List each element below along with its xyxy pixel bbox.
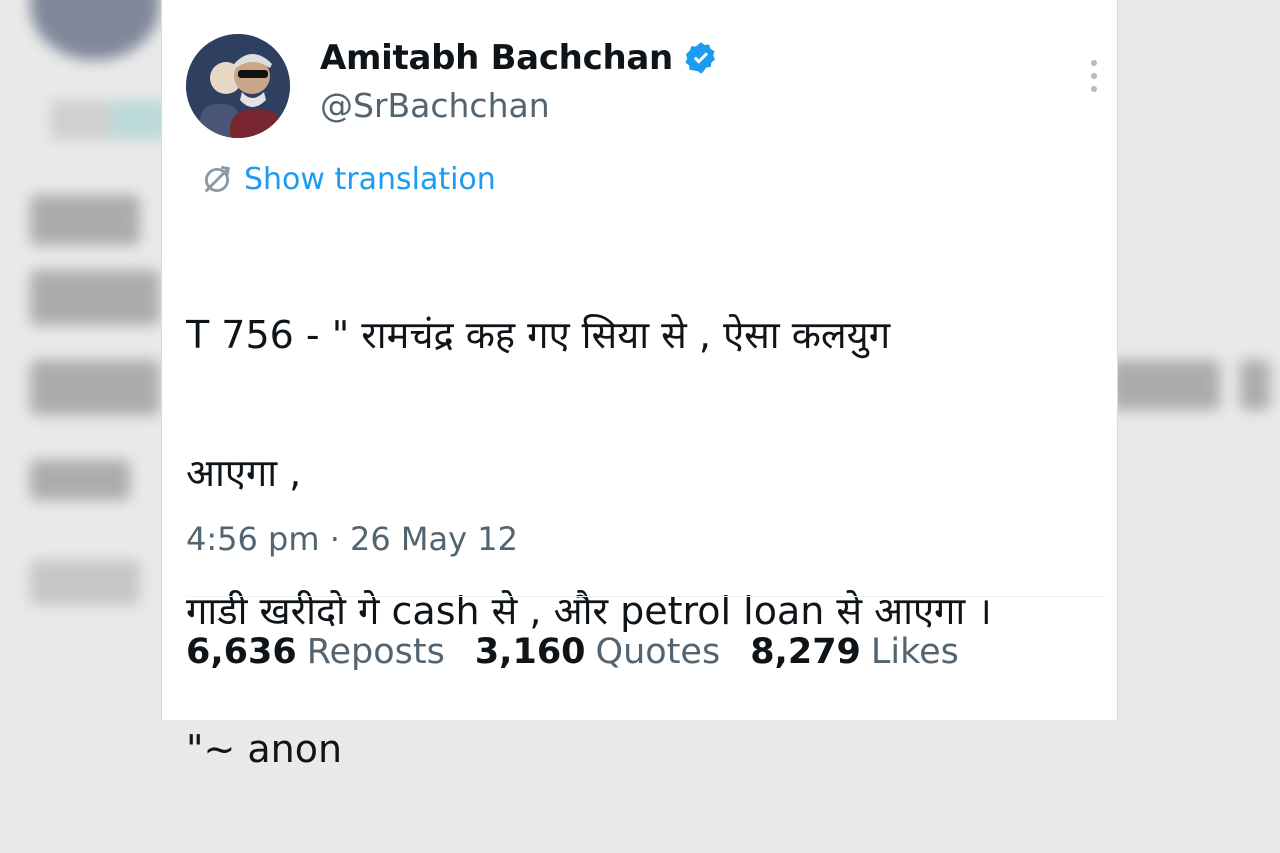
likes-count: 8,279 bbox=[750, 632, 861, 672]
reposts-label: Reposts bbox=[306, 632, 445, 672]
likes-label: Likes bbox=[870, 632, 959, 672]
divider bbox=[186, 596, 1106, 597]
avatar-image bbox=[186, 34, 290, 138]
avatar[interactable] bbox=[186, 34, 290, 138]
show-translation-link[interactable]: Show translation bbox=[200, 162, 496, 197]
engagement-stats: 6,636 Reposts 3,160 Quotes 8,279 Likes bbox=[186, 632, 959, 672]
tweet-text-line: "~ anon bbox=[186, 727, 343, 771]
more-dot bbox=[1091, 86, 1097, 92]
quotes-stat[interactable]: 3,160 Quotes bbox=[475, 632, 720, 672]
tweet-card: Amitabh Bachchan @SrBachchan Show transl… bbox=[161, 0, 1118, 771]
verified-badge-icon bbox=[685, 42, 716, 74]
show-translation-label: Show translation bbox=[244, 162, 496, 197]
author-display-name[interactable]: Amitabh Bachchan bbox=[320, 38, 673, 78]
tweet-text-line: आएगा , bbox=[186, 451, 302, 495]
tweet-text-line: T 756 - " रामचंद्र कह गए सिया से , ऐसा क… bbox=[186, 313, 891, 357]
author-handle[interactable]: @SrBachchan bbox=[320, 86, 550, 125]
likes-stat[interactable]: 8,279 Likes bbox=[750, 632, 959, 672]
more-dot bbox=[1091, 73, 1097, 79]
quotes-count: 3,160 bbox=[474, 632, 586, 672]
tweet-timestamp[interactable]: 4:56 pm · 26 May 12 bbox=[186, 520, 518, 558]
quotes-label: Quotes bbox=[595, 632, 721, 672]
author-name-row: Amitabh Bachchan bbox=[320, 38, 719, 78]
translate-icon bbox=[204, 165, 231, 192]
reposts-stat[interactable]: 6,636 Reposts bbox=[186, 632, 445, 672]
more-options-icon[interactable] bbox=[1082, 56, 1106, 96]
more-dot bbox=[1091, 60, 1097, 66]
reposts-count: 6,636 bbox=[186, 632, 297, 672]
